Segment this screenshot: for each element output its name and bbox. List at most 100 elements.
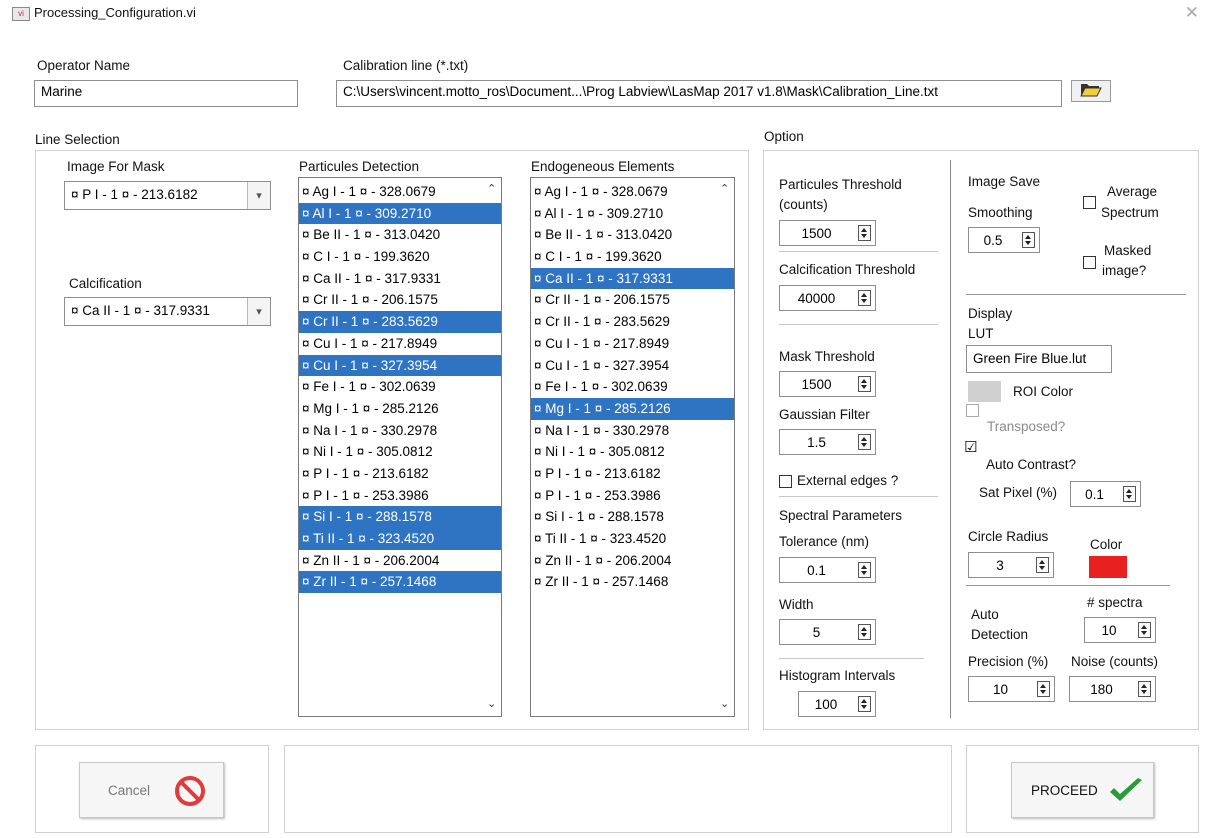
list-item[interactable]: ¤ Fe I - 1 ¤ - 302.0639 bbox=[531, 376, 734, 398]
noise-input[interactable]: 180 bbox=[1069, 676, 1156, 702]
list-item[interactable]: ¤ Si I - 1 ¤ - 288.1578 bbox=[299, 506, 501, 528]
n-spectra-input[interactable]: 10 bbox=[1084, 617, 1156, 643]
list-item[interactable]: ¤ Al I - 1 ¤ - 309.2710 bbox=[531, 203, 734, 225]
spinner-icon[interactable] bbox=[1037, 681, 1050, 697]
transposed-label: Transposed? bbox=[987, 419, 1066, 434]
scrollbar[interactable]: ⌃ ⌄ bbox=[716, 178, 734, 716]
operator-name-field[interactable]: Marine bbox=[34, 80, 298, 107]
list-item[interactable]: ¤ Mg I - 1 ¤ - 285.2126 bbox=[299, 398, 501, 420]
calibration-path-field[interactable]: C:\Users\vincent.motto_ros\Document...\P… bbox=[336, 80, 1062, 107]
list-item[interactable]: ¤ Si I - 1 ¤ - 288.1578 bbox=[531, 506, 734, 528]
spinner-icon[interactable] bbox=[858, 376, 871, 392]
spinner-icon[interactable] bbox=[858, 290, 871, 306]
auto-contrast-checkbox[interactable]: ☑ bbox=[964, 440, 977, 455]
roi-color-swatch[interactable] bbox=[968, 381, 1001, 402]
precision-input[interactable]: 10 bbox=[968, 676, 1055, 702]
list-item[interactable]: ¤ Cr II - 1 ¤ - 283.5629 bbox=[531, 311, 734, 333]
list-item[interactable]: ¤ Na I - 1 ¤ - 330.2978 bbox=[531, 420, 734, 442]
sat-pixel-input[interactable]: 0.1 bbox=[1070, 481, 1141, 507]
particules-listbox[interactable]: ¤ Ag I - 1 ¤ - 328.0679 ¤ Al I - 1 ¤ - 30… bbox=[298, 177, 502, 717]
endogeneous-listbox[interactable]: ¤ Ag I - 1 ¤ - 328.0679 ¤ Al I - 1 ¤ - 30… bbox=[530, 177, 735, 717]
list-item[interactable]: ¤ Al I - 1 ¤ - 309.2710 bbox=[299, 202, 501, 225]
list-item[interactable]: ¤ Ti II - 1 ¤ - 323.4520 bbox=[299, 528, 501, 550]
smoothing-label: Smoothing bbox=[968, 205, 1033, 220]
lut-label: LUT bbox=[968, 326, 994, 341]
particules-threshold-input[interactable]: 1500 bbox=[779, 220, 876, 246]
list-item[interactable]: ¤ Be II - 1 ¤ - 313.0420 bbox=[531, 224, 734, 246]
masked-image-checkbox[interactable] bbox=[1083, 256, 1096, 269]
list-item[interactable]: ¤ Fe I - 1 ¤ - 302.0639 bbox=[299, 376, 501, 398]
list-item[interactable]: ¤ P I - 1 ¤ - 213.6182 bbox=[299, 463, 501, 485]
spinner-icon[interactable] bbox=[1138, 681, 1151, 697]
list-item[interactable]: ¤ P I - 1 ¤ - 253.3986 bbox=[531, 485, 734, 507]
chevron-down-icon[interactable]: ▾ bbox=[247, 298, 270, 325]
scroll-up-icon[interactable]: ⌃ bbox=[720, 182, 729, 195]
list-item[interactable]: ¤ Ag I - 1 ¤ - 328.0679 bbox=[299, 181, 501, 203]
spinner-icon[interactable] bbox=[858, 562, 871, 578]
list-item[interactable]: ¤ P I - 1 ¤ - 213.6182 bbox=[531, 463, 734, 485]
smoothing-input[interactable]: 0.5 bbox=[968, 227, 1040, 253]
mask-threshold-input[interactable]: 1500 bbox=[779, 371, 876, 397]
close-icon[interactable]: ✕ bbox=[1185, 3, 1199, 23]
proceed-button[interactable]: PROCEED bbox=[1011, 762, 1154, 818]
average-spectrum-checkbox[interactable] bbox=[1083, 196, 1096, 209]
list-item[interactable]: ¤ Cr II - 1 ¤ - 283.5629 bbox=[299, 311, 501, 333]
tolerance-label: Tolerance (nm) bbox=[779, 534, 870, 549]
list-item[interactable]: ¤ Zr II - 1 ¤ - 257.1468 bbox=[531, 571, 734, 593]
calcification-dropdown[interactable]: ¤ Ca II - 1 ¤ - 317.9331 ▾ bbox=[64, 297, 271, 326]
list-item[interactable]: ¤ Ag I - 1 ¤ - 328.0679 bbox=[531, 181, 734, 203]
external-edges-checkbox[interactable] bbox=[779, 475, 792, 488]
list-item[interactable]: ¤ C I - 1 ¤ - 199.3620 bbox=[299, 246, 501, 268]
list-item[interactable]: ¤ Cu I - 1 ¤ - 327.3954 bbox=[299, 354, 501, 377]
browse-button[interactable] bbox=[1071, 80, 1111, 102]
image-question-label: image? bbox=[1102, 263, 1147, 278]
list-item[interactable]: ¤ C I - 1 ¤ - 199.3620 bbox=[531, 246, 734, 268]
spinner-icon[interactable] bbox=[1036, 557, 1049, 573]
lut-field[interactable]: Green Fire Blue.lut bbox=[966, 345, 1112, 373]
list-item[interactable]: ¤ Ni I - 1 ¤ - 305.0812 bbox=[531, 441, 734, 463]
circle-radius-input[interactable]: 3 bbox=[968, 552, 1054, 578]
scroll-down-icon[interactable]: ⌄ bbox=[487, 697, 496, 710]
list-item[interactable]: ¤ Zn II - 1 ¤ - 206.2004 bbox=[531, 550, 734, 572]
list-item[interactable]: ¤ Zr II - 1 ¤ - 257.1468 bbox=[299, 571, 501, 594]
cancel-button[interactable]: Cancel bbox=[79, 762, 224, 818]
calcification-threshold-input[interactable]: 40000 bbox=[779, 285, 876, 311]
list-item[interactable]: ¤ Cu I - 1 ¤ - 217.8949 bbox=[531, 333, 734, 355]
operator-name-label: Operator Name bbox=[37, 58, 131, 73]
list-item[interactable]: ¤ Ni I - 1 ¤ - 305.0812 bbox=[299, 441, 501, 463]
gaussian-filter-input[interactable]: 1.5 bbox=[779, 429, 876, 455]
scroll-down-icon[interactable]: ⌄ bbox=[720, 697, 729, 710]
chevron-down-icon[interactable]: ▾ bbox=[247, 182, 270, 209]
circle-color-swatch[interactable] bbox=[1089, 556, 1127, 578]
spinner-icon[interactable] bbox=[1123, 486, 1136, 502]
image-for-mask-dropdown[interactable]: ¤ P I - 1 ¤ - 213.6182 ▾ bbox=[64, 181, 271, 210]
tolerance-input[interactable]: 0.1 bbox=[779, 557, 876, 583]
list-item[interactable]: ¤ Cr II - 1 ¤ - 206.1575 bbox=[299, 289, 501, 311]
spinner-icon[interactable] bbox=[858, 434, 871, 450]
spinner-icon[interactable] bbox=[858, 225, 871, 241]
transposed-checkbox[interactable] bbox=[966, 404, 979, 417]
list-item[interactable]: ¤ Ca II - 1 ¤ - 317.9331 bbox=[299, 268, 501, 290]
proceed-label: PROCEED bbox=[1031, 783, 1098, 798]
width-input[interactable]: 5 bbox=[779, 619, 876, 645]
spinner-icon[interactable] bbox=[858, 624, 871, 640]
list-item[interactable]: ¤ Cu I - 1 ¤ - 327.3954 bbox=[531, 355, 734, 377]
noise-label: Noise (counts) bbox=[1071, 654, 1159, 669]
list-item[interactable]: ¤ Cr II - 1 ¤ - 206.1575 bbox=[531, 289, 734, 311]
histogram-intervals-input[interactable]: 100 bbox=[798, 691, 876, 717]
spinner-icon[interactable] bbox=[858, 696, 871, 712]
width-label: Width bbox=[779, 597, 814, 612]
list-item[interactable]: ¤ Cu I - 1 ¤ - 217.8949 bbox=[299, 333, 501, 355]
image-for-mask-label: Image For Mask bbox=[67, 159, 165, 174]
list-item[interactable]: ¤ Be II - 1 ¤ - 313.0420 bbox=[299, 224, 501, 246]
list-item[interactable]: ¤ Mg I - 1 ¤ - 285.2126 bbox=[531, 397, 734, 420]
list-item[interactable]: ¤ P I - 1 ¤ - 253.3986 bbox=[299, 485, 501, 507]
scrollbar[interactable]: ⌃ ⌄ bbox=[483, 178, 501, 716]
list-item[interactable]: ¤ Ca II - 1 ¤ - 317.9331 bbox=[531, 267, 734, 290]
scroll-up-icon[interactable]: ⌃ bbox=[487, 182, 496, 195]
list-item[interactable]: ¤ Na I - 1 ¤ - 330.2978 bbox=[299, 420, 501, 442]
spinner-icon[interactable] bbox=[1138, 622, 1151, 638]
list-item[interactable]: ¤ Ti II - 1 ¤ - 323.4520 bbox=[531, 528, 734, 550]
list-item[interactable]: ¤ Zn II - 1 ¤ - 206.2004 bbox=[299, 550, 501, 572]
spinner-icon[interactable] bbox=[1022, 232, 1035, 248]
